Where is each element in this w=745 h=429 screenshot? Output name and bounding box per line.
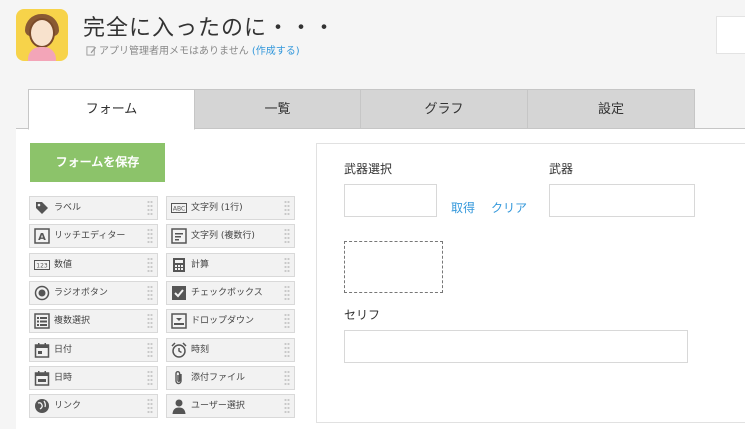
checkbox-icon [172, 286, 186, 300]
globe-link-icon [35, 399, 49, 413]
palette-item-rich-editor[interactable]: A リッチエディター [29, 224, 158, 248]
svg-text:A: A [38, 232, 46, 243]
app-icon-face [29, 18, 55, 48]
svg-text:ABC: ABC [173, 206, 185, 213]
drag-grip-icon[interactable] [284, 257, 290, 273]
palette-item-checkbox[interactable]: チェックボックス [166, 281, 295, 305]
svg-text:123: 123 [36, 263, 48, 270]
app-memo: アプリ管理者用メモはありません (作成する) [86, 42, 300, 57]
number-icon: 123 [34, 260, 50, 270]
drag-grip-icon[interactable] [147, 228, 153, 244]
app-icon [16, 9, 68, 61]
palette-item-date[interactable]: 日付 [29, 338, 158, 362]
palette-item-multi-line-text[interactable]: 文字列 (複数行) [166, 224, 295, 248]
fetch-link[interactable]: 取得 [451, 199, 475, 216]
drag-grip-icon[interactable] [147, 257, 153, 273]
edit-note-icon [86, 46, 97, 56]
tab-list[interactable]: 一覧 [194, 89, 361, 129]
drag-grip-icon[interactable] [284, 313, 290, 329]
drag-grip-icon[interactable] [284, 228, 290, 244]
palette-item-dropdown[interactable]: ドロップダウン [166, 309, 295, 333]
palette-item-user-select[interactable]: ユーザー選択 [166, 394, 295, 418]
empty-space-field[interactable] [344, 241, 443, 293]
app-title: 完全に入ったのに・・・ [83, 16, 337, 41]
drag-grip-icon[interactable] [147, 200, 153, 216]
datetime-icon [34, 371, 50, 386]
palette-item-radio[interactable]: ラジオボタン [29, 281, 158, 305]
memo-create-link[interactable]: (作成する) [252, 46, 300, 57]
user-icon [172, 399, 186, 414]
memo-text: アプリ管理者用メモはありません [99, 46, 249, 57]
calculator-icon [173, 258, 185, 272]
drag-grip-icon[interactable] [284, 342, 290, 358]
tab-graph[interactable]: グラフ [360, 89, 528, 129]
serif-label: セリフ [344, 308, 381, 322]
label-tag-icon [36, 202, 48, 214]
drag-grip-icon[interactable] [284, 370, 290, 386]
palette-item-number[interactable]: 123 数値 [29, 253, 158, 277]
serif-field[interactable] [344, 330, 688, 363]
palette-item-single-line-text[interactable]: ABC 文字列 (1行) [166, 196, 295, 220]
drag-grip-icon[interactable] [147, 398, 153, 414]
drag-grip-icon[interactable] [147, 370, 153, 386]
drag-grip-icon[interactable] [147, 342, 153, 358]
palette-item-multi-select[interactable]: 複数選択 [29, 309, 158, 333]
clear-link[interactable]: クリア [491, 199, 527, 216]
abc-text-icon: ABC [171, 203, 187, 213]
multi-select-icon [34, 313, 50, 329]
radio-icon [34, 285, 50, 301]
drag-grip-icon[interactable] [147, 285, 153, 301]
palette-item-datetime[interactable]: 日時 [29, 366, 158, 390]
palette-item-attachment[interactable]: 添付ファイル [166, 366, 295, 390]
palette-item-label[interactable]: ラベル [29, 196, 158, 220]
tab-settings[interactable]: 設定 [527, 89, 695, 129]
drag-grip-icon[interactable] [284, 285, 290, 301]
drag-grip-icon[interactable] [284, 200, 290, 216]
dropdown-icon [171, 313, 187, 329]
header-action-box[interactable] [716, 16, 745, 54]
paperclip-icon [175, 371, 182, 385]
calendar-icon [34, 343, 50, 358]
palette-item-link[interactable]: リンク [29, 394, 158, 418]
weapon-label: 武器 [549, 162, 574, 176]
weapon-field[interactable] [549, 184, 695, 217]
palette-item-calc[interactable]: 計算 [166, 253, 295, 277]
app-icon-body [28, 47, 56, 61]
palette-item-time[interactable]: 時刻 [166, 338, 295, 362]
tab-form[interactable]: フォーム [28, 89, 195, 130]
drag-grip-icon[interactable] [147, 313, 153, 329]
multiline-text-icon [171, 228, 187, 244]
rich-editor-icon: A [34, 228, 50, 244]
weapon-select-field[interactable] [344, 184, 437, 217]
drag-grip-icon[interactable] [284, 398, 290, 414]
save-form-button[interactable]: フォームを保存 [30, 143, 165, 182]
weapon-select-label: 武器選択 [344, 162, 393, 176]
clock-icon [171, 342, 187, 358]
